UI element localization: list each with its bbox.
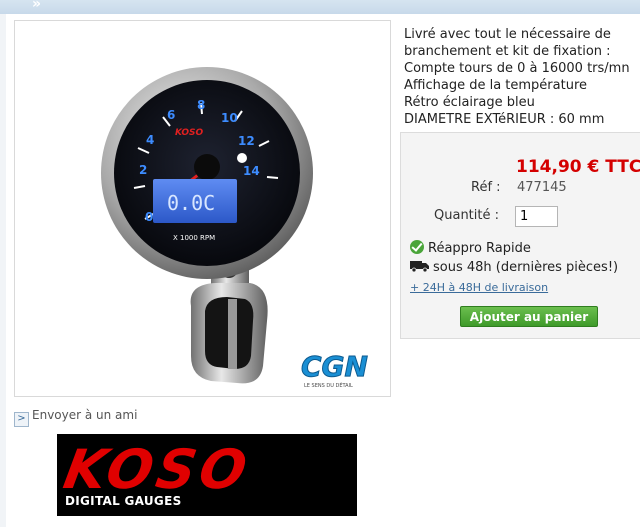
svg-text:LE SENS DU DÉTAIL: LE SENS DU DÉTAIL <box>304 381 353 389</box>
availability-status: Réappro Rapide <box>410 240 531 256</box>
send-to-friend-link[interactable]: > Envoyer à un ami <box>14 408 137 427</box>
description-line: DIAMETRE EXTéRIEUR : 60 mm <box>404 112 605 127</box>
quantity-input[interactable] <box>515 206 558 227</box>
send-to-friend-label: Envoyer à un ami <box>32 408 138 422</box>
product-image[interactable]: 0 2 4 6 8 10 12 14 KOSO 0.0C X 1000 RPM … <box>14 20 391 397</box>
indicator-light <box>237 153 247 163</box>
description-line: Affichage de la température <box>404 78 588 93</box>
gauge-tick-label: 8 <box>197 98 205 112</box>
product-description: Livré avec tout le nécessaire de branche… <box>404 26 640 128</box>
description-line: branchement et kit de fixation : <box>404 44 611 59</box>
gauge-tick-label: 14 <box>243 164 260 178</box>
svg-text:KOSO: KOSO <box>59 437 255 501</box>
delivery-info-link[interactable]: + 24H à 48H de livraison <box>410 281 548 294</box>
availability-text: Réappro Rapide <box>428 241 531 256</box>
quantity-label: Quantité : <box>434 208 499 223</box>
koso-logo: KOSO DIGITAL GAUGES <box>57 434 357 516</box>
left-edge <box>0 14 6 527</box>
product-price: 114,90 € TTC <box>516 157 640 177</box>
gauge-tick-label: 10 <box>221 111 238 125</box>
gauge-unit: X 1000 RPM <box>173 234 215 242</box>
gauge-tick-label: 2 <box>139 163 147 177</box>
gauge-lcd-value: 0.0C <box>167 191 215 215</box>
needle-hub <box>194 154 220 180</box>
gauge-tick-label: 4 <box>146 133 154 147</box>
check-circle-icon <box>410 240 424 254</box>
clamp-bar <box>228 299 237 369</box>
description-line: Livré avec tout le nécessaire de <box>404 27 611 42</box>
svg-text:CGN: CGN <box>301 350 368 383</box>
arrow-right-icon: > <box>14 412 29 427</box>
gauge-tick-label: 12 <box>238 134 255 148</box>
ref-value: 477145 <box>517 180 567 195</box>
description-line: Compte tours de 0 à 16000 trs/mn <box>404 61 630 76</box>
top-header-bar: » <box>0 0 640 14</box>
truck-icon <box>410 261 429 272</box>
gauge-illustration: 0 2 4 6 8 10 12 14 KOSO 0.0C X 1000 RPM … <box>101 67 369 390</box>
ref-label: Réf : <box>471 180 501 195</box>
double-chevron-icon: » <box>32 0 42 12</box>
koso-logo-subtitle: DIGITAL GAUGES <box>65 494 182 508</box>
gauge-tick-label: 0 <box>145 210 153 224</box>
shipping-text: sous 48h (dernières pièces!) <box>433 260 619 275</box>
add-to-cart-button[interactable]: Ajouter au panier <box>460 306 598 327</box>
cgn-logo: CGN LE SENS DU DÉTAIL <box>301 350 369 390</box>
gauge-tick-label: 6 <box>167 108 175 122</box>
shipping-status: sous 48h (dernières pièces!) <box>410 260 618 275</box>
gauge-brand: KOSO <box>175 128 204 138</box>
description-line: Rétro éclairage bleu <box>404 95 535 110</box>
